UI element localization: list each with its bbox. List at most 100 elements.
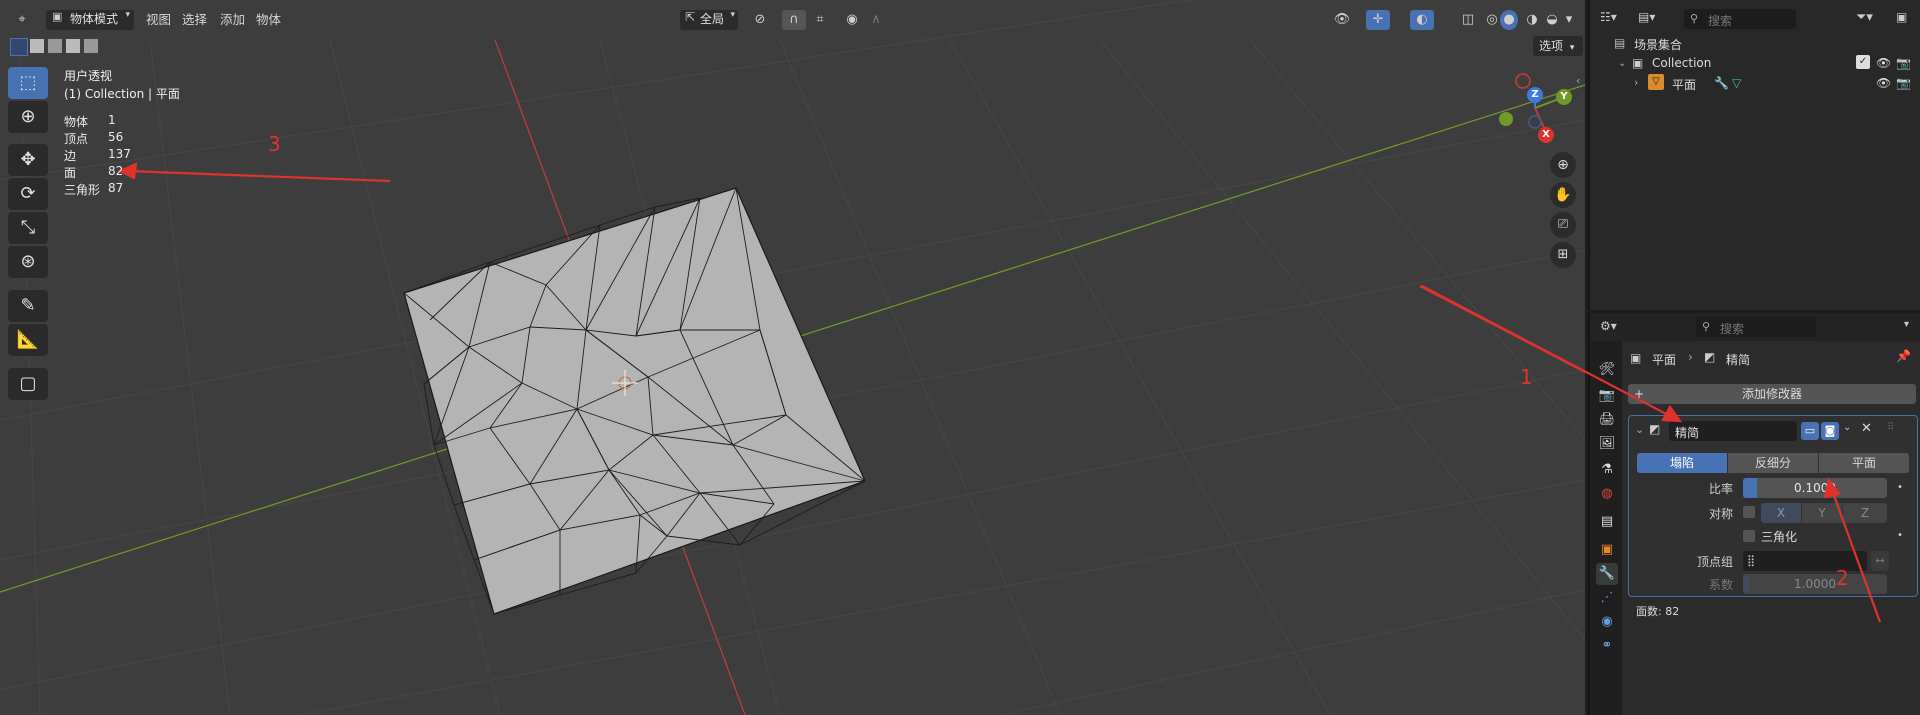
- chevron-down-icon[interactable]: ⌄: [1618, 56, 1626, 72]
- add-cube-tool[interactable]: ▢: [8, 368, 48, 400]
- realtime-display-icon[interactable]: ▭: [1801, 422, 1819, 440]
- navigation-gizmo[interactable]: [1490, 66, 1580, 150]
- factor-slider[interactable]: 1.0000: [1743, 574, 1887, 594]
- symmetry-label: 对称: [1708, 507, 1733, 521]
- pin-icon[interactable]: 📌: [1896, 349, 1911, 363]
- gizmo-z-label[interactable]: Z: [1527, 87, 1543, 103]
- breadcrumb-modifier: 精简: [1726, 353, 1751, 367]
- display-mode-icon[interactable]: ▤▾: [1638, 10, 1668, 28]
- mesh-object-icon: ▽: [1648, 74, 1664, 90]
- options-button[interactable]: 选项 ▾: [1533, 36, 1583, 56]
- modifier-tab-icon[interactable]: 🔧: [1596, 563, 1618, 585]
- select-new-icon[interactable]: [10, 38, 28, 56]
- ratio-slider[interactable]: 0.1000: [1743, 478, 1887, 498]
- chevron-right-icon[interactable]: ›: [1634, 75, 1638, 91]
- cursor-tool[interactable]: ⊕: [8, 101, 48, 133]
- select-invert-icon[interactable]: [66, 39, 80, 53]
- keyframe-dot-icon[interactable]: •: [1897, 530, 1903, 541]
- particles-tab-icon[interactable]: ⋰: [1596, 587, 1618, 609]
- perspective-grid-icon[interactable]: ⊞: [1550, 242, 1576, 268]
- outliner-search-input[interactable]: ⚲ 搜索: [1684, 9, 1796, 29]
- select-extend-icon[interactable]: [30, 39, 44, 53]
- pivot-point-icon[interactable]: ⊘: [748, 10, 772, 30]
- overlays-icon[interactable]: ◐: [1410, 10, 1434, 30]
- camera-view-icon[interactable]: ⎚: [1550, 212, 1576, 238]
- gizmo-x-label[interactable]: X: [1538, 127, 1554, 143]
- keyframe-dot-icon[interactable]: •: [1897, 482, 1903, 493]
- outliner-editor-type-icon[interactable]: ☷▾: [1600, 10, 1630, 28]
- solid-shading-icon[interactable]: ●: [1500, 10, 1518, 30]
- eye-icon[interactable]: 👁: [1876, 55, 1891, 71]
- render-tab-icon[interactable]: 📷: [1596, 385, 1618, 407]
- zoom-icon[interactable]: ⊕: [1550, 152, 1576, 178]
- tab-unsubdivide[interactable]: 反细分: [1728, 453, 1818, 473]
- object-tab-icon[interactable]: ▣: [1596, 539, 1618, 561]
- wrench-icon[interactable]: 🔧: [1714, 75, 1729, 91]
- menu-view[interactable]: 视图: [146, 10, 171, 30]
- camera-icon[interactable]: 📷: [1896, 55, 1911, 71]
- editor-type-icon[interactable]: ⌖: [10, 10, 34, 30]
- collection-label[interactable]: Collection: [1652, 56, 1711, 70]
- transform-orientation-dropdown[interactable]: ⇱ 全局 ▾: [680, 10, 738, 30]
- axis-z-button[interactable]: Z: [1843, 503, 1887, 523]
- new-collection-icon[interactable]: ▣: [1896, 10, 1907, 24]
- mesh-data-icon[interactable]: ▽: [1732, 75, 1741, 91]
- collection-tab-icon[interactable]: ▤: [1596, 511, 1618, 533]
- filter-icon[interactable]: ⏷▾: [1856, 10, 1873, 25]
- tool-tab-icon[interactable]: 🛠: [1596, 359, 1618, 381]
- modifier-name-field[interactable]: 精简: [1669, 421, 1797, 441]
- gizmo-toggle-icon[interactable]: ✛: [1366, 10, 1390, 30]
- checkbox-icon[interactable]: ✓: [1856, 55, 1870, 69]
- mode-dropdown[interactable]: ▣ 物体模式 ▾: [46, 10, 134, 30]
- visibility-icon[interactable]: 👁: [1330, 10, 1354, 30]
- xray-icon[interactable]: ◫: [1456, 10, 1480, 30]
- add-modifier-button[interactable]: + 添加修改器: [1628, 384, 1916, 404]
- properties-editor-type-icon[interactable]: ⚙▾: [1600, 319, 1617, 333]
- scene-tab-icon[interactable]: ⚗: [1596, 459, 1618, 481]
- chevron-down-icon[interactable]: ▾: [1560, 10, 1578, 30]
- symmetry-checkbox[interactable]: [1743, 506, 1755, 518]
- measure-tool[interactable]: 📐: [8, 324, 48, 356]
- tab-collapse[interactable]: 塌陷: [1637, 453, 1727, 473]
- falloff-icon[interactable]: ∧: [864, 10, 888, 30]
- sidebar-toggle-icon[interactable]: ‹: [1576, 74, 1580, 87]
- triangulate-checkbox[interactable]: [1743, 530, 1755, 542]
- properties-search-input[interactable]: ⚲ 搜索: [1696, 317, 1816, 337]
- camera-icon[interactable]: 📷: [1896, 75, 1911, 91]
- drag-handle-icon[interactable]: ⠿: [1887, 422, 1894, 433]
- axis-x-button[interactable]: X: [1761, 503, 1801, 523]
- chevron-down-icon[interactable]: ⌄: [1843, 422, 1851, 433]
- rotate-tool[interactable]: ⟳: [8, 178, 48, 210]
- physics-tab-icon[interactable]: ◉: [1596, 611, 1618, 633]
- eye-icon[interactable]: 👁: [1876, 75, 1891, 91]
- object-label[interactable]: 平面: [1672, 76, 1696, 93]
- constraints-tab-icon[interactable]: ⚭: [1596, 635, 1618, 657]
- move-tool[interactable]: ✥: [8, 144, 48, 176]
- menu-select[interactable]: 选择: [182, 10, 207, 30]
- pan-hand-icon[interactable]: ✋: [1550, 182, 1576, 208]
- menu-object[interactable]: 物体: [256, 10, 281, 30]
- chevron-down-icon[interactable]: ⌄: [1635, 423, 1644, 436]
- select-subtract-icon[interactable]: [48, 39, 62, 53]
- transform-tool[interactable]: ⊛: [8, 246, 48, 278]
- scale-tool[interactable]: ⤡: [8, 212, 48, 244]
- snap-icon[interactable]: ∩: [782, 10, 806, 30]
- axis-y-button[interactable]: Y: [1802, 503, 1842, 523]
- world-tab-icon[interactable]: ◍: [1596, 483, 1618, 505]
- invert-arrows-icon[interactable]: ↔: [1871, 551, 1889, 571]
- snap-target-icon[interactable]: ⌗: [808, 10, 832, 30]
- proportional-edit-icon[interactable]: ◉: [840, 10, 864, 30]
- 3d-viewport[interactable]: ⌖ ▣ 物体模式 ▾ 视图 选择 添加 物体 ⇱ 全局 ▾ ⊘ ∩ ⌗ ◉ ∧ …: [0, 0, 1585, 715]
- output-tab-icon[interactable]: 🖨: [1596, 409, 1618, 431]
- render-camera-icon[interactable]: ◙: [1821, 422, 1839, 440]
- chevron-down-icon[interactable]: ▾: [1904, 319, 1909, 330]
- scene-collection-label[interactable]: 场景集合: [1634, 36, 1682, 53]
- menu-add[interactable]: 添加: [220, 10, 245, 30]
- gizmo-y-label[interactable]: Y: [1556, 89, 1572, 105]
- tab-planar[interactable]: 平面: [1819, 453, 1909, 473]
- view-layer-tab-icon[interactable]: 🖼: [1596, 433, 1618, 455]
- close-icon[interactable]: ✕: [1861, 421, 1872, 436]
- annotate-tool[interactable]: ✎: [8, 290, 48, 322]
- select-box-tool[interactable]: ⬚: [8, 67, 48, 99]
- select-intersect-icon[interactable]: [84, 39, 98, 53]
